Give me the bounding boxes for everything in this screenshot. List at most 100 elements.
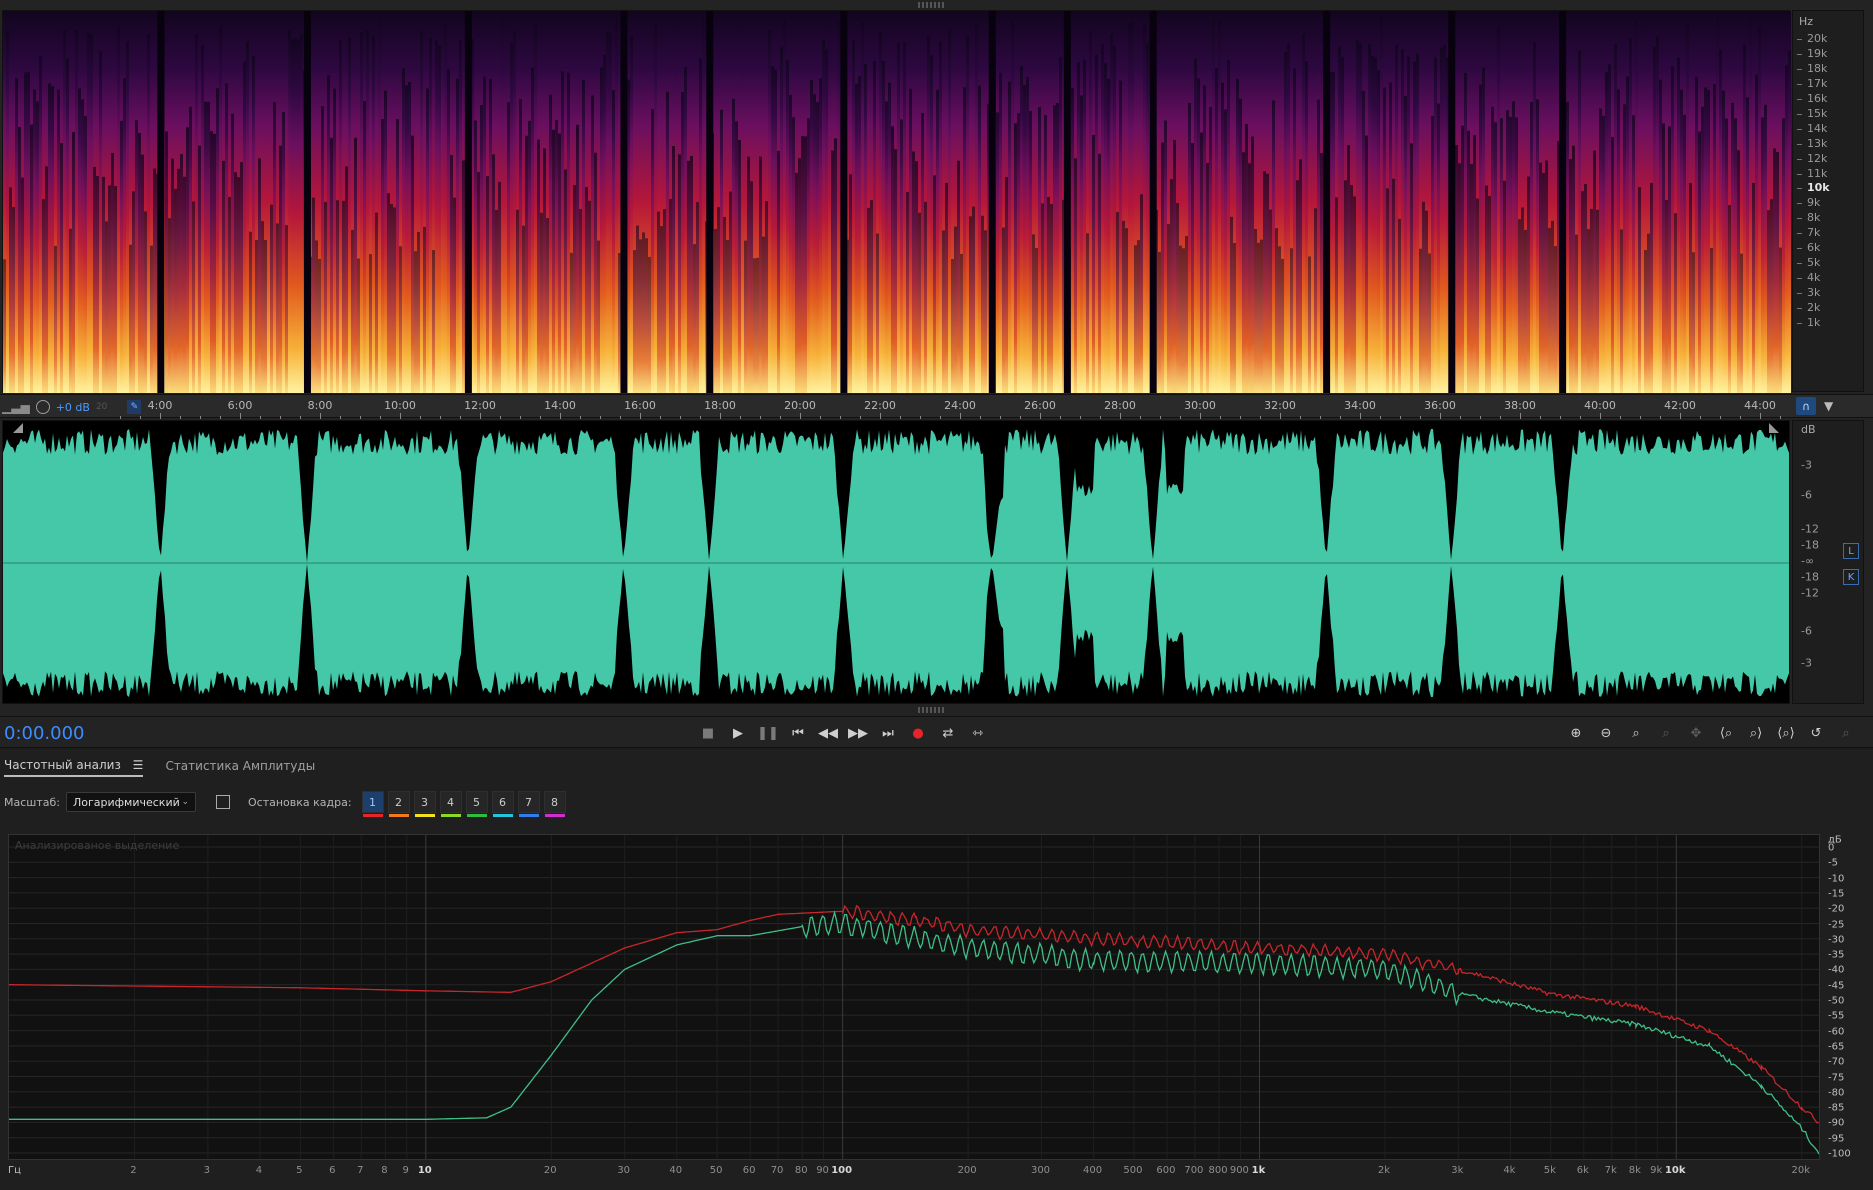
panel-resize-handle[interactable] xyxy=(918,2,946,8)
freeze-frame-7[interactable]: 7 xyxy=(517,791,540,817)
channel-right-button[interactable]: K xyxy=(1843,569,1859,585)
time-display[interactable]: 0:00.000 xyxy=(4,723,85,744)
freeze-frame-2[interactable]: 2 xyxy=(387,791,410,817)
timeline-ruler[interactable]: ▁▃▅ +0 dB 20 ✎ 4:00 6:00 8:00 10:00 12:00 14:… xyxy=(0,394,1873,419)
spectrogram-column xyxy=(1185,236,1188,393)
time-tick xyxy=(1600,413,1601,419)
gain-value[interactable]: +0 dB xyxy=(56,401,90,414)
time-tick xyxy=(800,413,801,419)
zoom-to-time-icon[interactable]: ⌕ xyxy=(1834,721,1858,745)
spectrogram-column xyxy=(1710,248,1713,393)
tab-amplitude-statistics[interactable]: Статистика Амплитуды xyxy=(165,759,315,776)
zoom-in-amplitude-icon[interactable]: ⊕ xyxy=(1564,721,1588,745)
zoom-in-time-icon[interactable]: ⟨⌕ xyxy=(1714,721,1738,745)
spectrogram-column xyxy=(936,89,939,393)
spectrogram-column xyxy=(1566,101,1569,393)
time-ruler[interactable]: 4:00 6:00 8:00 10:00 12:00 14:00 16:00 18:00 20:… xyxy=(110,395,1790,419)
db-axis-label: -100 xyxy=(1828,1148,1851,1160)
skip-to-start-icon[interactable]: ⏮ xyxy=(786,721,810,745)
tab-frequency-analysis[interactable]: Частотный анализ ☰ xyxy=(4,758,144,777)
time-tick xyxy=(1720,416,1721,419)
waveform-display[interactable] xyxy=(2,420,1790,704)
zoom-history-icon[interactable]: ↺ xyxy=(1804,721,1828,745)
spectrogram-column xyxy=(1098,153,1101,393)
frequency-graph[interactable]: Анализированое выделение xyxy=(8,834,1820,1160)
loop-icon[interactable]: ⇄ xyxy=(936,721,960,745)
freeze-frame-8[interactable]: 8 xyxy=(543,791,566,817)
spectrogram-column xyxy=(816,102,819,393)
freeze-frame-3[interactable]: 3 xyxy=(413,791,436,817)
pause-icon[interactable]: ❚❚ xyxy=(756,721,780,745)
db-unit-label: dB xyxy=(1801,423,1816,436)
zoom-out-time-icon[interactable]: ⌕⟩ xyxy=(1744,721,1768,745)
spectrogram-column xyxy=(1668,126,1671,393)
zoom-out-full-icon[interactable]: ⟨⌕⟩ xyxy=(1774,721,1798,745)
spectrogram-column xyxy=(939,41,942,393)
zoom-all-icon[interactable]: ✥ xyxy=(1684,721,1708,745)
spectrogram-column xyxy=(93,166,96,393)
spectrogram-column xyxy=(384,90,387,393)
spectrogram-column xyxy=(750,181,753,393)
spectrogram-column xyxy=(144,211,147,393)
spectrogram-column xyxy=(681,92,684,393)
time-tick xyxy=(1520,413,1521,419)
spectrogram-column xyxy=(678,154,681,393)
spectrogram-column xyxy=(861,22,864,393)
spectrogram-column xyxy=(1374,57,1377,393)
spectrogram-column xyxy=(504,12,507,393)
channel-left-button[interactable]: L xyxy=(1843,543,1859,559)
time-tick xyxy=(1620,416,1621,419)
zoom-selection-icon[interactable]: ⌕ xyxy=(1654,721,1678,745)
record-icon[interactable]: ● xyxy=(906,721,930,745)
scale-dropdown[interactable]: Логарифмический ⌄ xyxy=(65,792,196,812)
hz-tick xyxy=(1797,323,1802,324)
spectrogram-column xyxy=(375,212,378,393)
spectrogram-gap xyxy=(1559,11,1567,393)
headphones-icon[interactable]: ∩ xyxy=(1796,397,1816,415)
spectrogram-column xyxy=(414,251,417,393)
spectrogram-column xyxy=(1674,213,1677,393)
spectrogram-column xyxy=(45,166,48,393)
freeze-frame-6[interactable]: 6 xyxy=(491,791,514,817)
meter-icon[interactable]: ▁▃▅ xyxy=(2,400,30,414)
hz-tick xyxy=(1797,128,1802,130)
marker-pin-icon[interactable]: ▼ xyxy=(1824,399,1833,413)
spectrogram-column xyxy=(762,236,765,393)
spectrogram-column xyxy=(1503,180,1506,393)
freeze-frame-5[interactable]: 5 xyxy=(465,791,488,817)
spectrogram-column xyxy=(444,22,447,393)
freeze-frame-4[interactable]: 4 xyxy=(439,791,462,817)
gain-knob-icon[interactable] xyxy=(35,400,50,414)
freeze-frame-1[interactable]: 1 xyxy=(361,791,384,817)
spectrogram-column xyxy=(507,102,510,393)
zoom-out-amplitude-icon[interactable]: ⊖ xyxy=(1594,721,1618,745)
spectrogram-column xyxy=(1773,148,1776,393)
spectrogram-column xyxy=(852,40,855,393)
time-tick xyxy=(1640,416,1641,419)
stop-icon[interactable]: ■ xyxy=(696,721,720,745)
spectrogram-column xyxy=(666,91,669,393)
time-tick xyxy=(1440,413,1441,419)
spectrogram-column xyxy=(924,201,927,393)
spectrogram-column xyxy=(927,36,930,393)
spectral-frequency-display[interactable] xyxy=(2,10,1791,393)
frequency-ruler[interactable]: Hz 20k 19k 18k 17k 16k 15k 14k 13k 12k 11k 10k 9k 8k… xyxy=(1792,10,1864,392)
panel-resize-handle[interactable] xyxy=(918,707,946,713)
spectrogram-column xyxy=(231,113,234,393)
play-icon[interactable]: ▶ xyxy=(726,721,750,745)
spectrogram-column xyxy=(189,106,192,393)
panel-menu-icon[interactable]: ☰ xyxy=(133,758,144,772)
amplitude-ruler[interactable]: dB -3 -6 -12 -18 -∞ -18 -12 -6 -3 L K xyxy=(1792,420,1864,704)
spectrogram-column xyxy=(12,207,15,393)
rewind-icon[interactable]: ◀◀ xyxy=(816,721,840,745)
copy-icon[interactable] xyxy=(215,795,230,809)
freeze-frame-color xyxy=(388,814,409,817)
time-tick xyxy=(1580,416,1581,419)
db-axis-label: -30 xyxy=(1828,934,1845,946)
freq-axis-label: 5k xyxy=(1543,1165,1556,1176)
skip-to-end-icon[interactable]: ⏭ xyxy=(876,721,900,745)
skip-selection-icon[interactable]: ⇿ xyxy=(966,721,990,745)
fast-forward-icon[interactable]: ▶▶ xyxy=(846,721,870,745)
scale-value: Логарифмический xyxy=(72,795,180,809)
zoom-reset-icon[interactable]: ⌕ xyxy=(1624,721,1648,745)
